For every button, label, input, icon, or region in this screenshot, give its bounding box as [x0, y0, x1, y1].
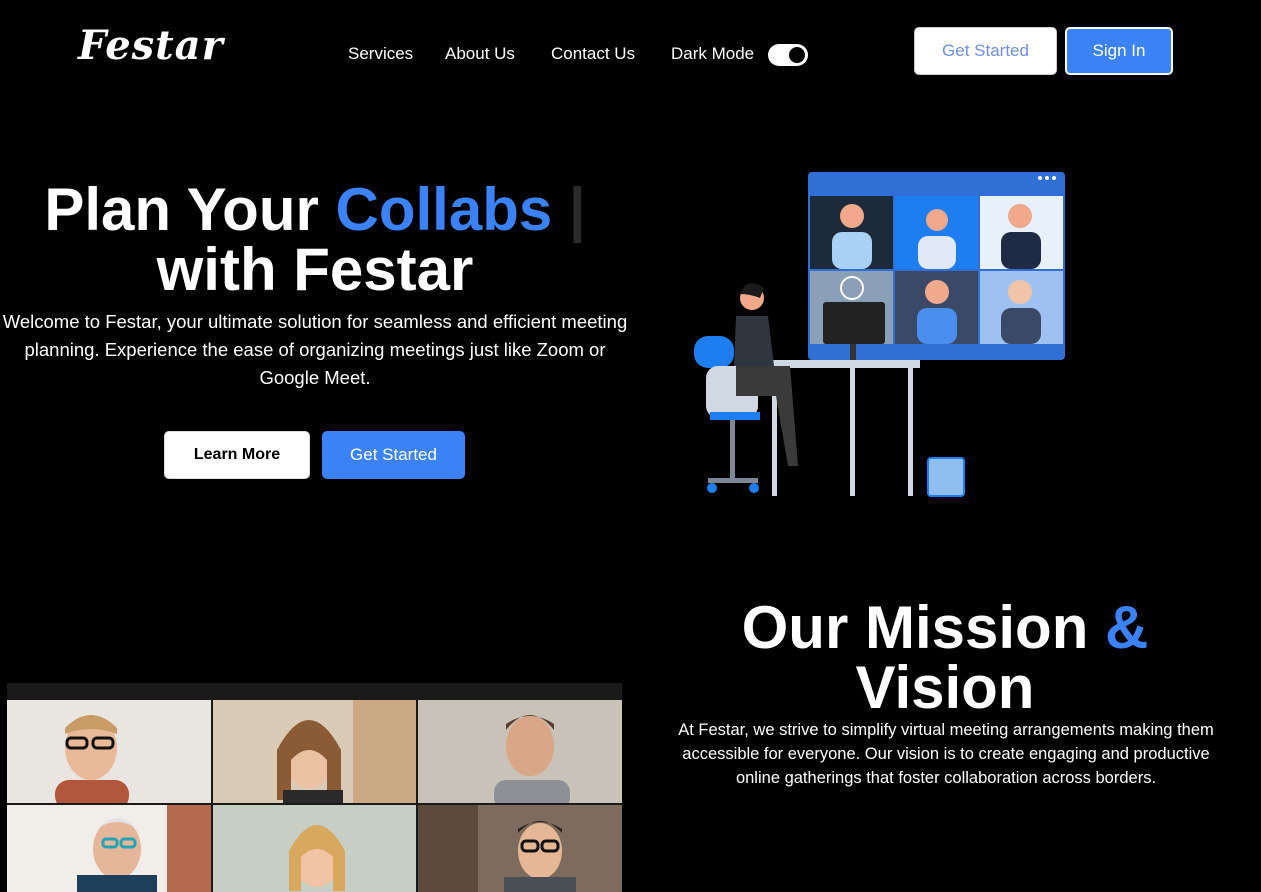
participant-tile [418, 805, 622, 892]
mission-text: At Festar, we strive to simplify virtual… [678, 721, 1214, 787]
participant-tile [213, 700, 416, 803]
participant-tile [7, 700, 211, 803]
hero-title-text: Plan Your [44, 176, 336, 243]
nav-services[interactable]: Services [348, 44, 413, 64]
dark-mode-toggle[interactable] [768, 44, 808, 66]
participant-tile [213, 805, 416, 892]
toggle-knob [789, 47, 805, 63]
mission-title-line1: Our Mission & [660, 598, 1230, 658]
participant-photo [494, 715, 570, 803]
hero-title-accent: Collabs [335, 176, 553, 243]
nav-about-us[interactable]: About Us [445, 44, 515, 64]
nav-contact-us[interactable]: Contact Us [551, 44, 635, 64]
video-meeting-illustration [694, 172, 1065, 497]
hero-get-started-button[interactable]: Get Started [322, 431, 465, 479]
participant-photo [55, 715, 129, 803]
sign-in-button[interactable]: Sign In [1065, 27, 1173, 75]
participant-photo [418, 805, 576, 892]
hero-subtitle: Welcome to Festar, your ultimate solutio… [2, 311, 628, 388]
participant-photo [77, 805, 211, 892]
participant-tile [418, 700, 622, 803]
participant-tile [7, 805, 211, 892]
festar-logo[interactable]: Festar [78, 22, 224, 69]
dark-mode-label: Dark Mode [671, 44, 755, 63]
nav-get-started-button[interactable]: Get Started [914, 27, 1057, 75]
typing-cursor: | [568, 176, 586, 243]
participant-photo [289, 825, 345, 891]
mission-title-line2: Vision [855, 654, 1035, 721]
hero-title-line2: with Festar [156, 236, 474, 303]
hero-title-line1: Plan Your Collabs | [0, 180, 630, 240]
participant-photo [277, 700, 416, 803]
mission-title-text: Our Mission [741, 594, 1106, 661]
mission-title-accent: & [1105, 594, 1149, 661]
video-call-photo [7, 683, 622, 892]
learn-more-button[interactable]: Learn More [164, 431, 310, 479]
